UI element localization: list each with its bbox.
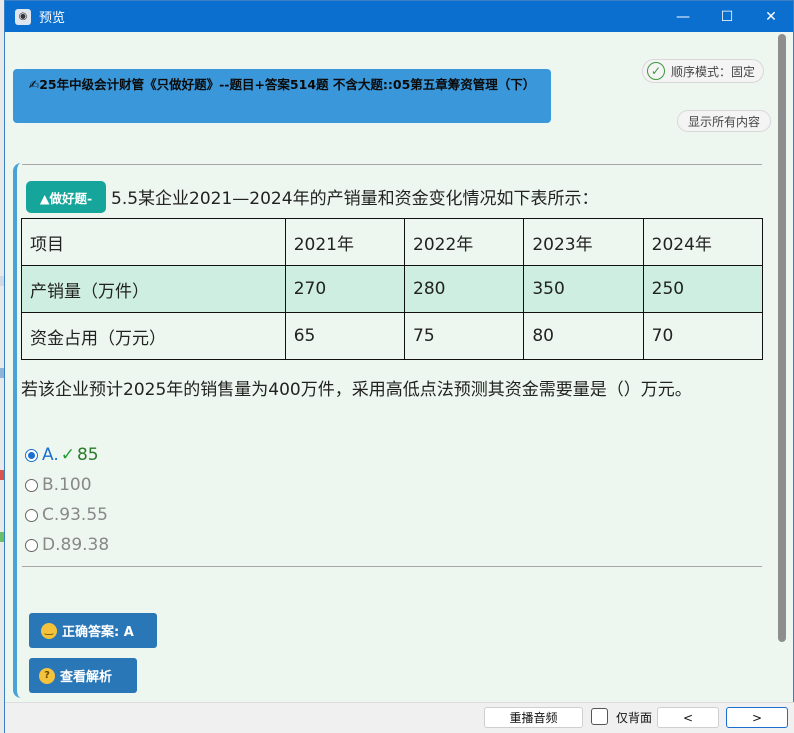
app-icon: ◉ [15, 8, 31, 25]
table-cell: 280 [404, 265, 525, 313]
option-letter: B. [42, 475, 60, 495]
option-c[interactable]: C. 93.55 [25, 500, 109, 530]
check-circle-icon: ✓ [647, 62, 665, 80]
view-analysis-label: 查看解析 [60, 670, 113, 685]
table-cell: 80 [523, 312, 644, 360]
option-letter: D. [42, 535, 61, 555]
deck-title-banner: ✍25年中级会计财管《只做好题》--题目+答案514题 不含大题::05第五章筹… [13, 69, 551, 123]
question-text: 若该企业预计2025年的销售量为400万件，采用高低点法预测其资金需要量是（）万… [21, 380, 692, 400]
correct-answer-label: 正确答案: A [62, 625, 134, 640]
scroll-thumb[interactable] [778, 34, 786, 642]
top-divider [22, 164, 762, 165]
minimize-button[interactable]: — [661, 1, 705, 32]
table-cell: 产销量（万件） [21, 265, 286, 313]
preview-window: ◉ 预览 — ☐ ✕ ✍25年中级会计财管《只做好题》--题目+答案514题 不… [4, 0, 794, 733]
radio-button[interactable] [25, 538, 38, 552]
option-value: 100 [59, 475, 92, 495]
radio-button[interactable] [25, 508, 38, 522]
back-only-label: 仅背面 [616, 711, 653, 725]
table-row: 产销量（万件） 270 280 350 250 [21, 265, 764, 313]
show-all-label: 显示所有内容 [688, 114, 761, 129]
window-title: 预览 [39, 11, 66, 26]
table-cell: 65 [284, 312, 406, 360]
vertical-scrollbar[interactable] [775, 32, 787, 702]
table-cell: 70 [642, 312, 764, 360]
option-letter: C. [42, 505, 60, 525]
option-letter: A. [42, 445, 59, 465]
table-header-cell: 2023年 [523, 218, 644, 266]
next-button[interactable]: > [726, 707, 788, 728]
order-mode-toggle[interactable]: ✓ 顺序模式：固定 [642, 59, 765, 83]
previous-button[interactable]: < [657, 707, 719, 728]
writing-hand-icon: ✍ [28, 77, 40, 92]
answer-options: A. ✓ 85 B. 100 C. 93.55 D. 89.38 [25, 440, 109, 560]
table-cell: 资金占用（万元） [21, 312, 286, 360]
option-d[interactable]: D. 89.38 [25, 530, 109, 560]
table-cell: 75 [404, 312, 525, 360]
table-cell: 350 [523, 265, 644, 313]
question-title: 5.5某企业2021—2024年的产销量和资金变化情况如下表所示： [111, 189, 599, 209]
title-bar: ◉ 预览 — ☐ ✕ [5, 1, 793, 32]
order-mode-label: 顺序模式：固定 [671, 64, 756, 79]
table-cell: 250 [642, 265, 764, 313]
view-analysis-button[interactable]: ? 查看解析 [29, 658, 137, 693]
smirk-face-icon: ‿ [41, 622, 57, 639]
table-row: 资金占用（万元） 65 75 80 70 [21, 312, 764, 360]
close-button[interactable]: ✕ [749, 1, 793, 32]
table-header-cell: 2021年 [284, 218, 406, 266]
table-header-cell: 2024年 [642, 218, 764, 266]
option-a[interactable]: A. ✓ 85 [25, 440, 109, 470]
option-value: 85 [76, 445, 99, 465]
data-table: 项目 2021年 2022年 2023年 2024年 产销量（万件） 270 2… [21, 218, 764, 360]
table-header-row: 项目 2021年 2022年 2023年 2024年 [21, 218, 764, 266]
replay-audio-button[interactable]: 重播音频 [484, 707, 583, 728]
table-header-cell: 2022年 [404, 218, 525, 266]
table-header-cell: 项目 [21, 218, 286, 266]
window-controls: — ☐ ✕ [661, 1, 793, 32]
option-b[interactable]: B. 100 [25, 470, 109, 500]
bottom-divider [22, 566, 762, 567]
preview-content: ✍25年中级会计财管《只做好题》--题目+答案514题 不含大题::05第五章筹… [5, 32, 775, 702]
show-all-button[interactable]: 显示所有内容 [677, 110, 772, 132]
question-tag: ▲做好题- [26, 181, 106, 213]
back-only-checkbox[interactable] [591, 708, 608, 725]
deck-title-text: 25年中级会计财管《只做好题》--题目+答案514题 不含大题::05第五章筹资… [39, 77, 536, 92]
table-cell: 270 [284, 265, 406, 313]
option-value: 93.55 [59, 505, 108, 525]
radio-button[interactable] [25, 448, 38, 462]
correct-answer-button[interactable]: ‿ 正确答案: A [29, 613, 157, 648]
maximize-button[interactable]: ☐ [705, 1, 749, 32]
option-value: 89.38 [60, 535, 110, 555]
radio-button[interactable] [25, 478, 38, 492]
check-mark-icon: ✓ [60, 445, 75, 465]
thinking-face-icon: ? [39, 667, 55, 684]
footer-toolbar: 重播音频 仅背面 < > [5, 702, 794, 733]
